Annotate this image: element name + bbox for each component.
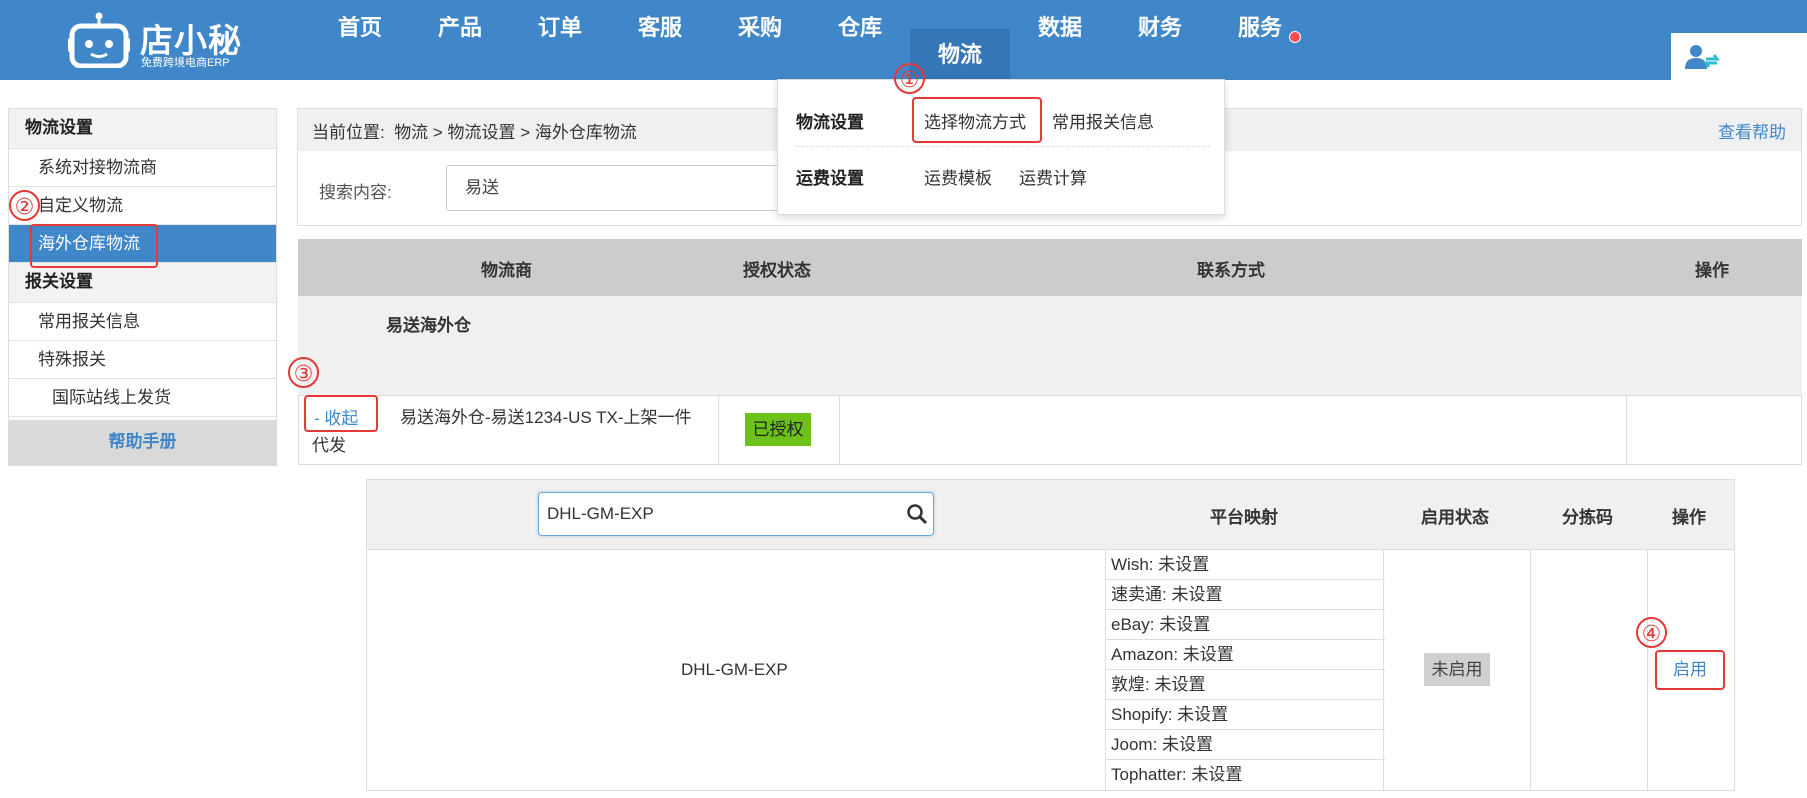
dropdown-link-common-customs[interactable]: 常用报关信息 [1052,108,1154,133]
mapping-dhgate[interactable]: 敦煌: 未设置 [1106,670,1385,700]
carrier-detail-name-cont: 代发 [312,436,346,455]
breadcrumb-path[interactable]: 物流 > 物流设置 > 海外仓库物流 [394,123,637,142]
user-switch-icon[interactable] [1684,42,1724,72]
sidebar-item-system-carriers[interactable]: 系统对接物流商 [9,149,276,187]
main-nav: 首页 产品 订单 客服 采购 仓库 物流 数据 财务 服务 [310,0,1310,80]
sidebar-item-common-customs[interactable]: 常用报关信息 [9,303,276,341]
nav-purchasing[interactable]: 采购 [710,0,810,54]
search-label: 搜索内容: [319,183,392,202]
header-carrier: 物流商 [481,261,532,280]
annotation-number-2: ② [9,190,40,221]
nav-products[interactable]: 产品 [410,0,510,54]
dropdown-divider [796,146,1210,147]
authorized-badge: 已授权 [745,413,811,446]
carrier-table-header: 物流商 授权状态 联系方式 操作 [298,239,1802,296]
nav-data[interactable]: 数据 [1010,0,1110,54]
mapping-shopify[interactable]: Shopify: 未设置 [1106,700,1385,730]
nav-warehouse[interactable]: 仓库 [810,0,910,54]
dropdown-group-logistics-settings: 物流设置 [796,113,864,132]
nav-orders[interactable]: 订单 [510,0,610,54]
sidebar-item-intl-online-shipping[interactable]: 国际站线上发货 [9,379,276,417]
dropdown-group-freight-settings: 运费设置 [796,169,864,188]
mapping-ebay[interactable]: eBay: 未设置 [1106,610,1385,640]
header-actions: 操作 [1695,261,1729,280]
enable-button[interactable]: 启用 [1655,650,1725,690]
nav-finance[interactable]: 财务 [1110,0,1210,54]
nav-logistics[interactable]: 物流 [910,29,1010,80]
annotation-number-3: ③ [288,357,319,388]
shipping-method-search-input[interactable]: DHL-GM-EXP [538,492,934,536]
sidebar: 物流设置 系统对接物流商 自定义物流 海外仓库物流 报关设置 常用报关信息 特殊… [8,108,277,466]
robot-logo-icon[interactable] [68,12,130,68]
header-sort-code: 分拣码 [1562,508,1613,527]
annotation-box-2 [30,224,158,268]
annotation-box-1 [912,97,1042,143]
notification-dot [1289,31,1301,43]
annotation-number-4: ④ [1636,617,1667,648]
brand-tagline: 免费跨境电商ERP [141,57,230,69]
mapping-wish[interactable]: Wish: 未设置 [1106,550,1385,580]
search-icon[interactable] [906,503,928,525]
sidebar-section-customs-settings: 报关设置 [9,263,276,303]
mapping-amazon[interactable]: Amazon: 未设置 [1106,640,1385,670]
help-manual-link[interactable]: 帮助手册 [9,420,276,465]
annotation-box-3 [304,395,378,432]
provider-name: 易送海外仓 [386,316,471,335]
header-enable-status: 启用状态 [1421,508,1489,527]
nav-customer-service[interactable]: 客服 [610,0,710,54]
sidebar-item-custom-logistics[interactable]: 自定义物流 [9,187,276,225]
breadcrumb-prefix: 当前位置: [312,123,385,142]
header-sub-actions: 操作 [1672,508,1706,527]
header-platform-mapping: 平台映射 [1210,508,1278,527]
dropdown-link-freight-calc[interactable]: 运费计算 [1019,164,1087,189]
mapping-aliexpress[interactable]: 速卖通: 未设置 [1106,580,1385,610]
mapping-tophatter[interactable]: Tophatter: 未设置 [1106,760,1385,790]
shipping-method-name: DHL-GM-EXP [681,660,788,679]
view-help-link[interactable]: 查看帮助 [1718,118,1786,143]
platform-mapping-list: Wish: 未设置 速卖通: 未设置 eBay: 未设置 Amazon: 未设置… [1105,550,1385,790]
shipping-method-row [366,549,1735,791]
carrier-detail-name: 易送海外仓-易送1234-US TX-上架一件 [400,408,692,427]
header-auth-status: 授权状态 [743,261,811,280]
disabled-status-badge: 未启用 [1424,653,1490,686]
sidebar-section-logistics-settings: 物流设置 [9,109,276,149]
provider-row [298,296,1802,396]
mapping-joom[interactable]: Joom: 未设置 [1106,730,1385,760]
header-contact: 联系方式 [1197,261,1265,280]
breadcrumb: 当前位置: 物流 > 物流设置 > 海外仓库物流 [312,118,637,143]
annotation-number-1: ① [894,63,925,94]
dropdown-link-freight-template[interactable]: 运费模板 [924,164,992,189]
sidebar-item-special-customs[interactable]: 特殊报关 [9,341,276,379]
nav-services[interactable]: 服务 [1210,0,1310,54]
nav-home[interactable]: 首页 [310,0,410,54]
